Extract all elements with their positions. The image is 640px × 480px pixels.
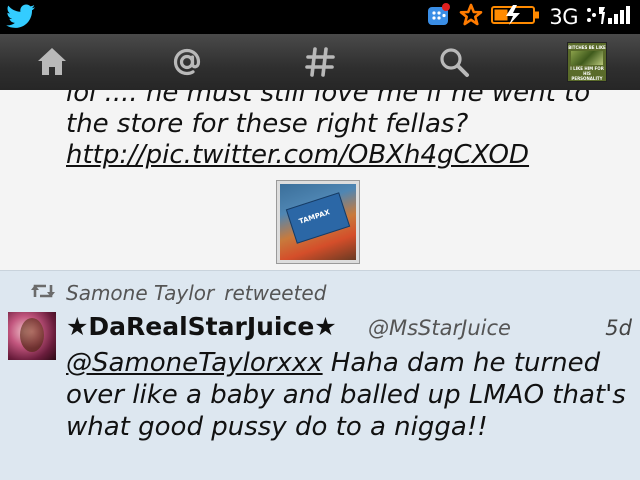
tweet-text: @SamoneTaylorxxx Haha dam he turned over… <box>66 347 632 443</box>
tweet-item-selected[interactable]: Samone Taylor retweeted ★DaRealStarJuice… <box>0 271 640 480</box>
nav-hashtags-button[interactable] <box>290 40 350 84</box>
photo-label: TAMPAX <box>298 208 331 226</box>
signal-icon <box>586 4 634 30</box>
avatar-top-text: BITCHES BE LIKE <box>568 45 606 50</box>
user-avatar[interactable] <box>8 312 56 360</box>
hashtag-icon <box>305 47 335 77</box>
retweeted-label: retweeted <box>224 281 327 305</box>
tweet-item[interactable]: lol .... he must still love me if he wen… <box>0 90 640 270</box>
tweet-mention-link[interactable]: @SamoneTaylorxxx <box>66 348 323 378</box>
retweet-icon <box>30 281 56 305</box>
display-name: ★DaRealStarJuice★ <box>66 312 337 341</box>
at-icon <box>173 48 201 76</box>
nav-home-button[interactable] <box>22 40 82 84</box>
favorite-star-icon <box>459 3 483 31</box>
home-icon <box>38 48 66 75</box>
profile-avatar-button[interactable]: BITCHES BE LIKE I LIKE HIM FOR HIS PERSO… <box>567 42 607 82</box>
avatar-image <box>571 51 603 65</box>
tweet-photo-thumbnail[interactable]: TAMPAX <box>276 180 360 264</box>
nav-search-button[interactable] <box>424 40 484 84</box>
photo-box: TAMPAX <box>285 192 351 244</box>
retweet-attribution: Samone Taylor retweeted <box>30 281 326 305</box>
user-handle: @MsStarJuice <box>368 316 511 340</box>
nav-mentions-button[interactable] <box>157 40 217 84</box>
twitter-bird-icon <box>6 4 36 34</box>
tweet-time: 5d <box>605 316 632 340</box>
network-type: 3G <box>549 5 578 29</box>
status-bar: 3G <box>0 0 640 34</box>
tweet-body: lol .... he must still love me if he wen… <box>66 90 591 139</box>
retweeted-by-name: Samone Taylor <box>66 281 215 305</box>
nav-bar: BITCHES BE LIKE I LIKE HIM FOR HIS PERSO… <box>0 34 640 91</box>
battery-charging-icon <box>491 4 541 30</box>
tweet-link[interactable]: http://pic.twitter.com/OBXh4gCXOD <box>66 140 529 170</box>
blackberry-messenger-icon <box>427 3 451 31</box>
photo-image: TAMPAX <box>280 184 356 260</box>
tweet-text: lol .... he must still love me if he wen… <box>66 90 631 171</box>
tweet-header: ★DaRealStarJuice★ @MsStarJuice 5d <box>66 312 632 344</box>
search-icon <box>440 48 469 77</box>
avatar-bottom-text: I LIKE HIM FOR HIS PERSONALITY <box>570 66 604 81</box>
